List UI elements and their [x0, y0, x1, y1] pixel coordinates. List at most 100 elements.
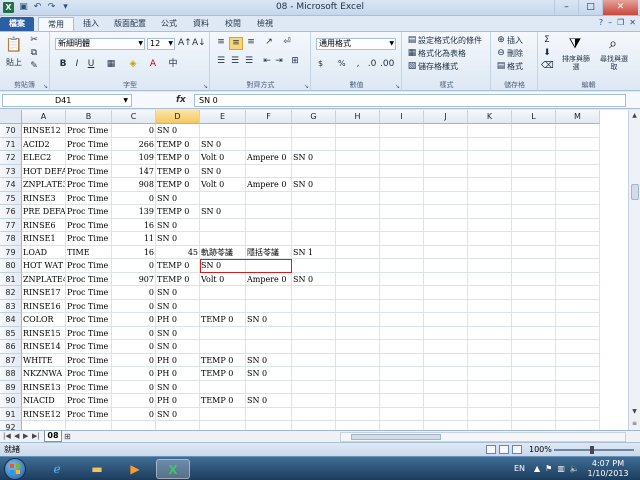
cell-m[interactable] [556, 326, 600, 340]
cell-e[interactable]: Volt 0 [200, 272, 246, 286]
close-button[interactable]: ✕ [602, 0, 638, 15]
cell-f[interactable]: SN 0 [246, 353, 292, 367]
cell-m[interactable] [556, 421, 600, 430]
cell-b[interactable]: Proc Time [66, 313, 112, 327]
cell-m[interactable] [556, 191, 600, 205]
cell-m[interactable] [556, 259, 600, 273]
row-header[interactable]: 90 [0, 394, 22, 408]
row-header[interactable]: 80 [0, 259, 22, 273]
italic-button[interactable]: I [71, 59, 83, 70]
tab-page-layout[interactable]: 版面配置 [108, 17, 152, 31]
cell-i[interactable] [380, 178, 424, 192]
row-header[interactable]: 91 [0, 407, 22, 421]
cell-g[interactable] [292, 313, 336, 327]
cell-e[interactable] [200, 421, 246, 430]
insert-function-icon[interactable]: fx [176, 95, 186, 105]
cell-f[interactable] [246, 407, 292, 421]
cell-d[interactable]: TEMP 0 [156, 164, 200, 178]
cell-e[interactable]: TEMP 0 [200, 313, 246, 327]
cell-a[interactable]: COLOR [22, 313, 66, 327]
cell-b[interactable]: Proc Time [66, 272, 112, 286]
cell-l[interactable] [512, 394, 556, 408]
cell-m[interactable] [556, 313, 600, 327]
cell-e[interactable]: 軌跡苓議 [200, 245, 246, 259]
cell-h[interactable] [336, 367, 380, 381]
cell-m[interactable] [556, 407, 600, 421]
vertical-scrollbar[interactable]: ▲ ▼ ≡ [628, 110, 640, 430]
cell-l[interactable] [512, 272, 556, 286]
clear-icon[interactable]: ⌫ [541, 61, 554, 72]
cell-m[interactable] [556, 151, 600, 165]
cell-d[interactable]: PH 0 [156, 313, 200, 327]
cell-f[interactable] [246, 286, 292, 300]
cell-h[interactable] [336, 407, 380, 421]
cell-h[interactable] [336, 205, 380, 219]
column-header-b[interactable]: B [66, 110, 112, 124]
cell-e[interactable] [200, 124, 246, 138]
cell-i[interactable] [380, 164, 424, 178]
column-header-a[interactable]: A [22, 110, 66, 124]
row-header[interactable]: 92 [0, 421, 22, 430]
cell-a[interactable]: RINSE14 [22, 340, 66, 354]
cell-k[interactable] [468, 326, 512, 340]
cell-e[interactable] [200, 407, 246, 421]
zoom-slider-knob[interactable] [590, 446, 594, 454]
cell-k[interactable] [468, 232, 512, 246]
clock[interactable]: 4:07 PM 1/10/2013 [584, 459, 632, 479]
cell-k[interactable] [468, 191, 512, 205]
cell-m[interactable] [556, 205, 600, 219]
cell-e[interactable] [200, 286, 246, 300]
fill-icon[interactable]: ⬇ [541, 48, 553, 59]
cell-k[interactable] [468, 272, 512, 286]
cell-j[interactable] [424, 124, 468, 138]
network-icon[interactable]: ▥ [557, 464, 565, 473]
cell-a[interactable]: RINSE16 [22, 299, 66, 313]
cell-f[interactable]: Ampere 0 [246, 151, 292, 165]
cell-b[interactable]: Proc Time [66, 164, 112, 178]
cell-j[interactable] [424, 232, 468, 246]
cell-d[interactable]: SN 0 [156, 340, 200, 354]
cell-h[interactable] [336, 421, 380, 430]
cell-k[interactable] [468, 218, 512, 232]
cell-l[interactable] [512, 407, 556, 421]
paste-icon[interactable]: 📋 [4, 35, 24, 55]
cell-f[interactable] [246, 259, 292, 273]
cell-i[interactable] [380, 394, 424, 408]
shrink-font-icon[interactable]: A↓ [192, 38, 206, 49]
media-player-icon[interactable]: ▶ [118, 459, 152, 479]
cell-h[interactable] [336, 218, 380, 232]
cell-h[interactable] [336, 313, 380, 327]
cell-c[interactable]: 0 [112, 353, 156, 367]
cell-b[interactable]: Proc Time [66, 286, 112, 300]
cell-d[interactable]: 45 [156, 245, 200, 259]
cell-i[interactable] [380, 191, 424, 205]
cell-j[interactable] [424, 353, 468, 367]
name-box[interactable]: D41 ▼ [2, 94, 132, 107]
cell-i[interactable] [380, 340, 424, 354]
row-header[interactable]: 72 [0, 151, 22, 165]
cell-g[interactable] [292, 191, 336, 205]
page-break-view-icon[interactable] [512, 445, 522, 454]
zoom-level[interactable]: 100% [529, 443, 552, 456]
cell-f[interactable] [246, 380, 292, 394]
cell-g[interactable] [292, 326, 336, 340]
cell-l[interactable] [512, 326, 556, 340]
cell-e[interactable] [200, 299, 246, 313]
row-header[interactable]: 86 [0, 340, 22, 354]
align-middle-icon[interactable]: ≡ [229, 37, 243, 50]
cell-d[interactable]: TEMP 0 [156, 259, 200, 273]
column-header-e[interactable]: E [200, 110, 246, 124]
cell-d[interactable]: TEMP 0 [156, 205, 200, 219]
number-format-combo[interactable]: 通用格式 ▼ [316, 38, 396, 50]
merge-center-icon[interactable]: ⊞ [289, 56, 301, 67]
cell-g[interactable]: SN 0 [292, 151, 336, 165]
cell-d[interactable]: SN 0 [156, 191, 200, 205]
cell-d[interactable]: SN 0 [156, 232, 200, 246]
cell-h[interactable] [336, 326, 380, 340]
cell-d[interactable]: PH 0 [156, 394, 200, 408]
font-size-combo[interactable]: 12 ▼ [147, 38, 175, 50]
align-bottom-icon[interactable]: ≡ [245, 37, 257, 48]
cell-i[interactable] [380, 151, 424, 165]
cell-i[interactable] [380, 205, 424, 219]
font-launcher-icon[interactable]: ↘ [203, 83, 208, 90]
